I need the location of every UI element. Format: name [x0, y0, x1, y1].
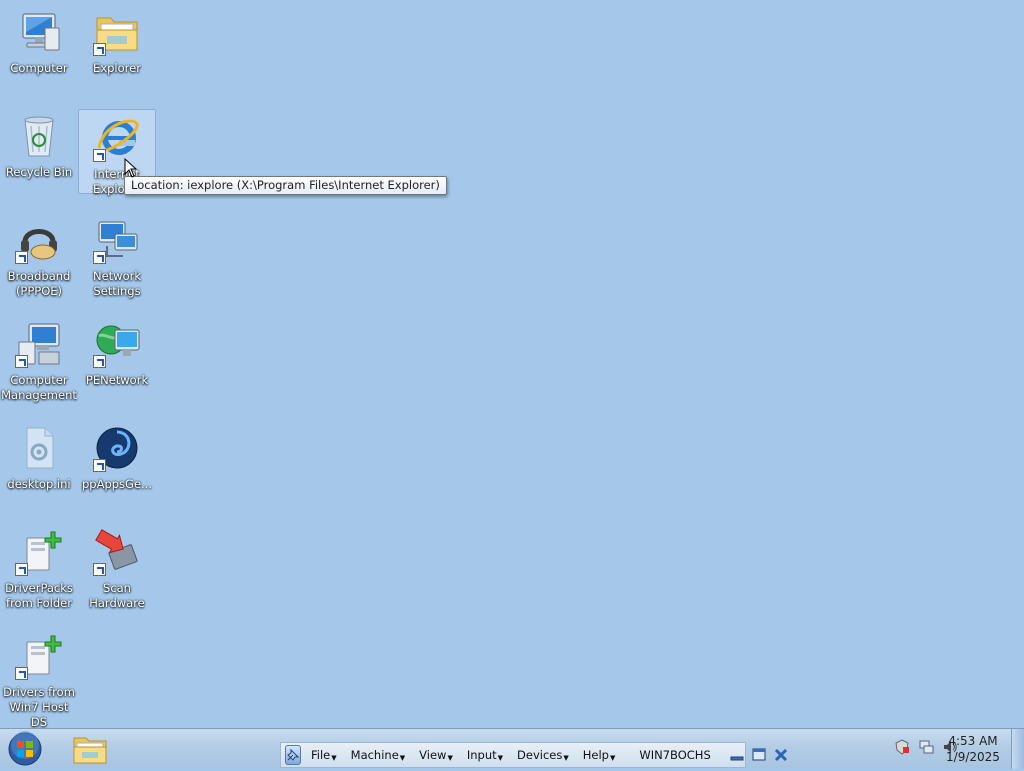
desktop-icon-label: desktop.ini: [7, 477, 71, 491]
desktop-icon-label: PENetwork: [85, 373, 149, 387]
shortcut-arrow-icon: [93, 149, 106, 162]
dropdown-arrow-icon: ▼: [497, 754, 504, 762]
desktop-icon-label: Network Settings: [92, 269, 142, 298]
dropdown-arrow-icon: ▼: [331, 754, 337, 762]
desktop-icon-label: Computer: [10, 61, 68, 75]
shortcut-arrow-icon: [15, 563, 28, 576]
shortcut-arrow-icon: [15, 355, 28, 368]
network-settings-icon: [93, 216, 141, 264]
folder-icon: [73, 737, 107, 764]
pin-icon[interactable]: [285, 745, 301, 765]
shortcut-arrow-icon: [93, 43, 106, 56]
broadband-icon: [15, 216, 63, 264]
clock[interactable]: 4:53 AM 1/9/2025: [940, 733, 1006, 765]
restore-window-icon[interactable]: [751, 748, 767, 762]
desktop-icon-label: Scan Hardware: [89, 581, 145, 610]
shield-warning-icon[interactable]: [894, 739, 910, 755]
menu-label: Devices: [517, 748, 563, 762]
vm-machine-name: WIN7BOCHS: [639, 748, 711, 762]
desktop-icon-label: DriverPacks from Folder: [5, 581, 73, 610]
globe-network-icon: [93, 320, 141, 368]
mouse-pointer-icon: [124, 157, 138, 182]
location-tooltip: Location: iexplore (X:\Program Files\Int…: [124, 176, 447, 195]
desktop-icon-driverpacks-from-folder[interactable]: DriverPacks from Folder: [0, 524, 78, 620]
windows-logo-icon: [8, 731, 42, 766]
clock-date: 1/9/2025: [946, 750, 1000, 764]
taskbar-explorer-button[interactable]: [70, 732, 110, 766]
vm-menu-bar: File▼ Machine▼ View▼ Input▼ Devices▼ Hel…: [280, 742, 787, 768]
show-desktop-button[interactable]: [1011, 729, 1024, 769]
desktop: Computer Explorer Recycle Bin Internet E…: [0, 0, 1024, 729]
ppapps-swirl-icon: [93, 424, 141, 472]
desktop-icon-label: ppAppsGe...: [81, 477, 152, 491]
vm-menu-file[interactable]: File▼: [311, 748, 337, 762]
shortcut-arrow-icon: [93, 459, 106, 472]
vm-menu-devices[interactable]: Devices▼: [517, 748, 569, 762]
desktop-icon-recycle-bin[interactable]: Recycle Bin: [0, 108, 78, 204]
vm-menu-view[interactable]: View▼: [419, 748, 453, 762]
menu-label: Help: [582, 748, 609, 762]
menu-label: Machine: [350, 748, 399, 762]
menu-label: File: [311, 748, 331, 762]
vm-menu-help[interactable]: Help▼: [583, 748, 616, 762]
minimize-icon[interactable]: [729, 748, 745, 762]
desktop-icon-broadband[interactable]: Broadband (PPPOE): [0, 212, 78, 308]
desktop-icon-penetwork[interactable]: PENetwork: [78, 316, 156, 412]
desktop-icon-explorer[interactable]: Explorer: [78, 4, 156, 100]
dropdown-arrow-icon: ▼: [609, 754, 616, 762]
desktop-icon-network-settings[interactable]: Network Settings: [78, 212, 156, 308]
vm-menu-machine[interactable]: Machine▼: [351, 748, 406, 762]
computer-icon: [15, 8, 63, 56]
settings-file-icon: [15, 424, 63, 472]
desktop-icon-label: Recycle Bin: [5, 165, 73, 179]
dropdown-arrow-icon: ▼: [563, 754, 569, 762]
desktop-icon-computer-management[interactable]: Computer Management: [0, 316, 78, 412]
driver-install-icon: [15, 632, 63, 680]
computer-management-icon: [15, 320, 63, 368]
desktop-icon-ppappsge[interactable]: ppAppsGe...: [78, 420, 156, 516]
menu-label: View: [419, 748, 447, 762]
shortcut-arrow-icon: [93, 251, 106, 264]
driver-install-icon: [15, 528, 63, 576]
shortcut-arrow-icon: [93, 563, 106, 576]
desktop-icon-computer[interactable]: Computer: [0, 4, 78, 100]
desktop-icon-label: Drivers from Win7 Host DS: [3, 685, 75, 729]
desktop-icon-drivers-from-win7-host[interactable]: Drivers from Win7 Host DS: [0, 628, 78, 729]
close-icon[interactable]: [773, 748, 789, 762]
vm-menu-input[interactable]: Input▼: [467, 748, 503, 762]
desktop-icon-label: Broadband (PPPOE): [7, 269, 71, 298]
internet-explorer-icon: [93, 114, 141, 162]
desktop-icon-desktop-ini[interactable]: desktop.ini: [0, 420, 78, 516]
folder-icon: [93, 8, 141, 56]
recycle-bin-icon: [15, 112, 63, 160]
shortcut-arrow-icon: [15, 667, 28, 680]
clock-time: 4:53 AM: [948, 734, 998, 748]
menu-label: Input: [466, 748, 497, 762]
network-icon[interactable]: [918, 739, 934, 755]
dropdown-arrow-icon: ▼: [447, 754, 453, 762]
desktop-icon-label: Computer Management: [1, 373, 77, 402]
shortcut-arrow-icon: [15, 251, 28, 264]
scan-hardware-icon: [93, 528, 141, 576]
desktop-icon-label: Explorer: [93, 61, 141, 75]
shortcut-arrow-icon: [93, 355, 106, 368]
start-button[interactable]: [6, 731, 44, 767]
dropdown-arrow-icon: ▼: [399, 754, 406, 762]
desktop-icon-scan-hardware[interactable]: Scan Hardware: [78, 524, 156, 620]
